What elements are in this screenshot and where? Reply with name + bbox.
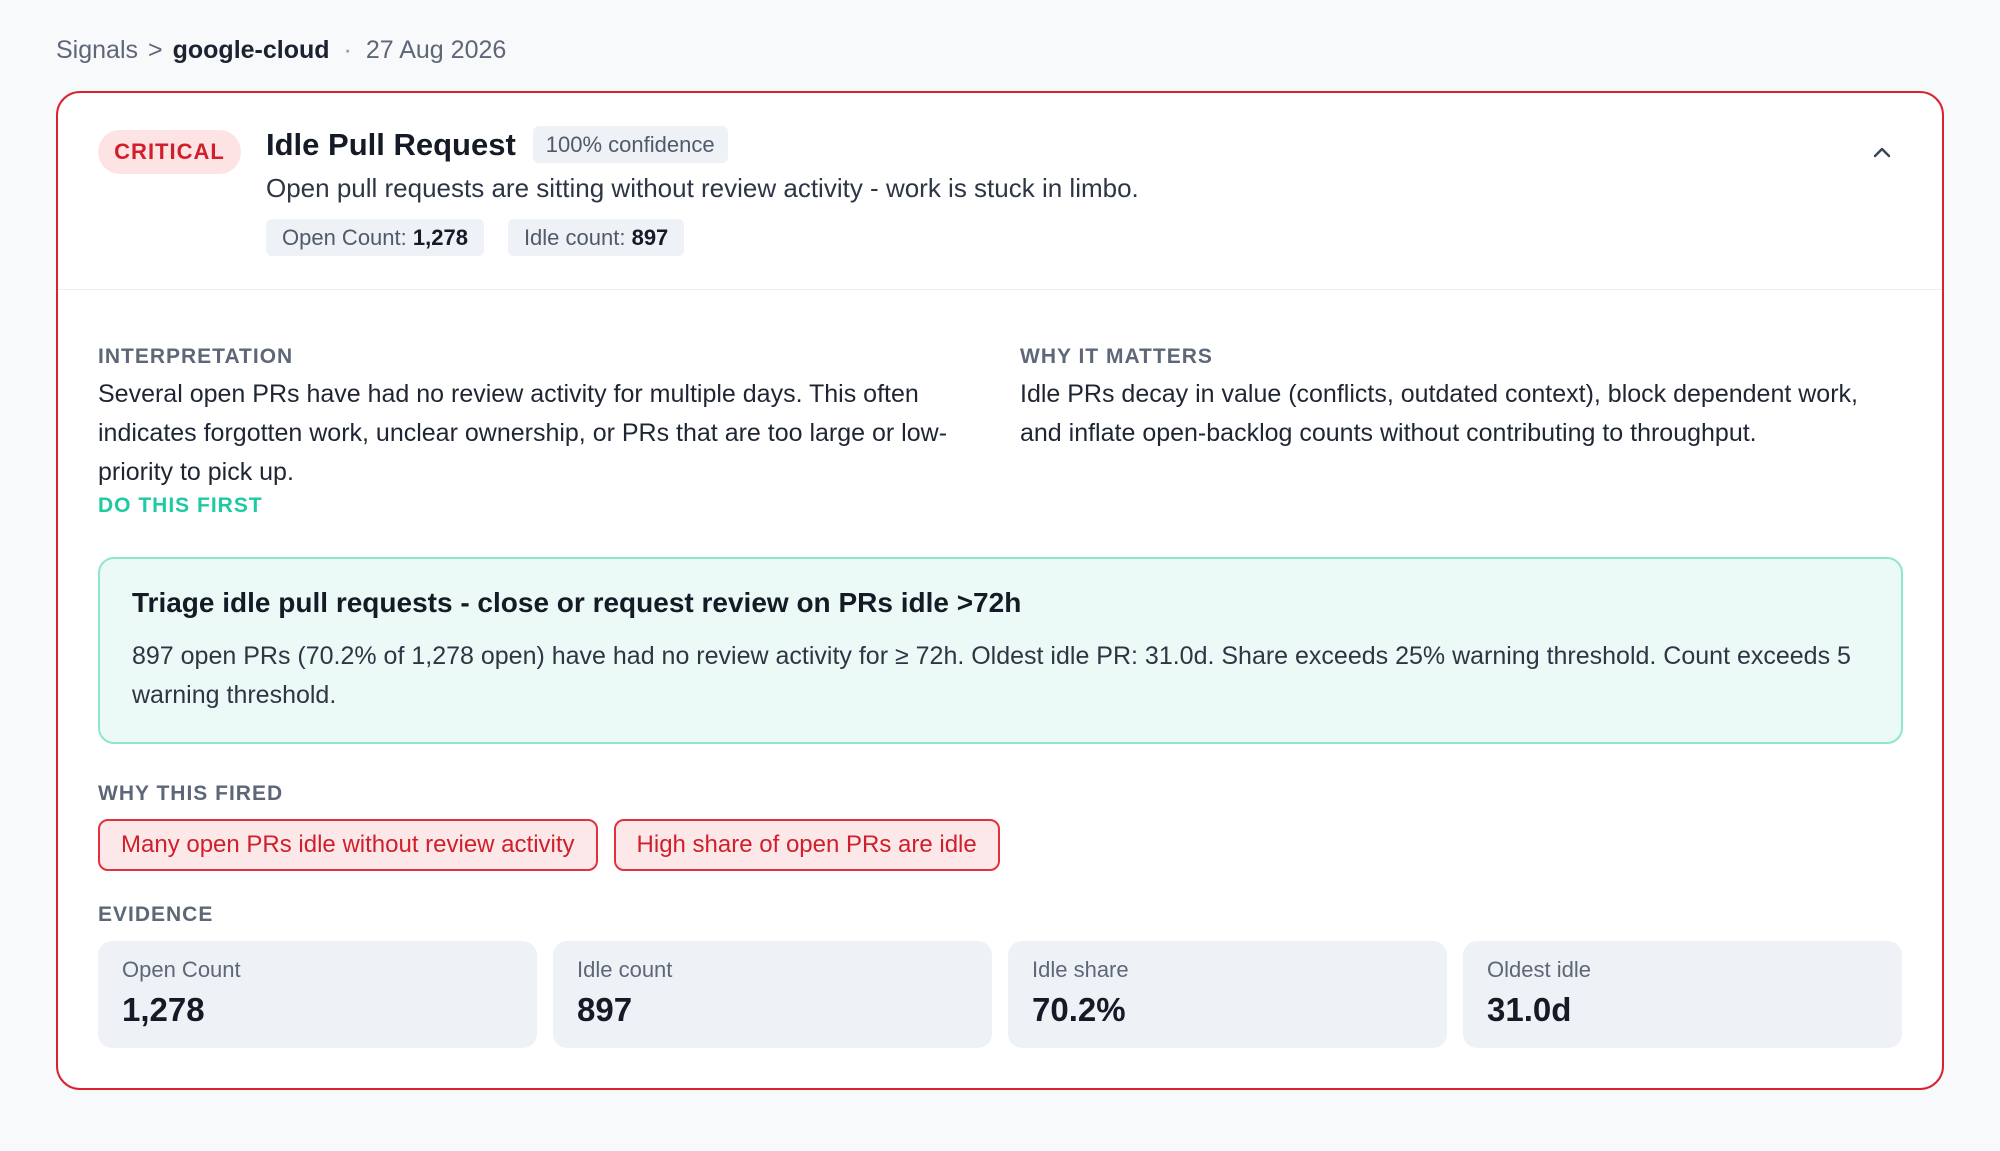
evidence-label: Oldest idle	[1487, 957, 1591, 982]
breadcrumb-separator: >	[148, 36, 163, 64]
interpretation-label: INTERPRETATION	[98, 345, 294, 368]
metric-chip-label: Idle count:	[523, 224, 626, 250]
action-title: Triage idle pull requests - close or req…	[132, 587, 1022, 618]
evidence-card-open-count: Open Count 1,278	[98, 941, 537, 1048]
confidence-badge: 100% confidence	[532, 126, 728, 163]
breadcrumb-signals-link[interactable]: Signals	[56, 36, 138, 65]
signal-description: Open pull requests are sitting without r…	[266, 173, 1139, 203]
metric-chip-open-count: Open Count: 1,278	[266, 219, 484, 256]
why-it-matters-label: WHY IT MATTERS	[1020, 345, 1213, 368]
metric-chips: Open Count: 1,278 Idle count: 897	[266, 219, 685, 256]
evidence-label: Idle count	[577, 957, 673, 982]
evidence-label: Open Count	[122, 957, 241, 982]
metric-chip-label: Open Count:	[282, 224, 407, 250]
recommended-action: Triage idle pull requests - close or req…	[98, 557, 1903, 744]
page: Signals > google-cloud · 27 Aug 2026 CRI…	[0, 0, 2000, 1151]
evidence-value: 31.0d	[1487, 991, 1572, 1028]
reason-tags: Many open PRs idle without review activi…	[98, 819, 1000, 871]
signal-card: CRITICAL Idle Pull Request 100% confiden…	[56, 91, 1944, 1090]
signal-card-header[interactable]: CRITICAL Idle Pull Request 100% confiden…	[58, 93, 1942, 290]
metric-chip-value: 897	[631, 224, 669, 250]
reason-tag: Many open PRs idle without review activi…	[98, 819, 598, 871]
chevron-up-icon	[1873, 147, 1891, 158]
metric-chip-value: 1,278	[412, 224, 468, 250]
interpretation-text: Several open PRs have had no review acti…	[98, 380, 948, 486]
evidence-value: 1,278	[122, 991, 205, 1028]
evidence-label: Idle share	[1032, 957, 1129, 982]
metric-chip-idle-count: Idle count: 897	[507, 219, 685, 256]
severity-badge: CRITICAL	[98, 130, 241, 174]
why-it-matters-text: Idle PRs decay in value (conflicts, outd…	[1020, 380, 1858, 447]
evidence-value: 70.2%	[1032, 991, 1126, 1028]
collapse-button[interactable]	[1864, 135, 1900, 171]
evidence-card-oldest-idle: Oldest idle 31.0d	[1463, 941, 1902, 1048]
evidence-grid: Open Count 1,278 Idle count 897 Idle sha…	[98, 941, 1902, 1048]
breadcrumb-current: google-cloud	[172, 36, 330, 64]
action-body: 897 open PRs (70.2% of 1,278 open) have …	[132, 642, 1851, 709]
evidence-card-idle-count: Idle count 897	[553, 941, 992, 1048]
breadcrumb: Signals > google-cloud · 27 Aug 2026	[56, 36, 506, 65]
signal-title-row: Idle Pull Request 100% confidence	[266, 126, 728, 163]
reason-tag: High share of open PRs are idle	[613, 819, 1000, 871]
signal-title: Idle Pull Request	[266, 126, 516, 162]
evidence-value: 897	[577, 991, 633, 1028]
do-this-first-label: DO THIS FIRST	[98, 494, 263, 517]
why-this-fired-label: WHY THIS FIRED	[98, 782, 284, 805]
breadcrumb-dot: ·	[343, 36, 352, 64]
evidence-card-idle-share: Idle share 70.2%	[1008, 941, 1447, 1048]
breadcrumb-date: 27 Aug 2026	[365, 36, 507, 64]
evidence-label: EVIDENCE	[98, 903, 214, 926]
